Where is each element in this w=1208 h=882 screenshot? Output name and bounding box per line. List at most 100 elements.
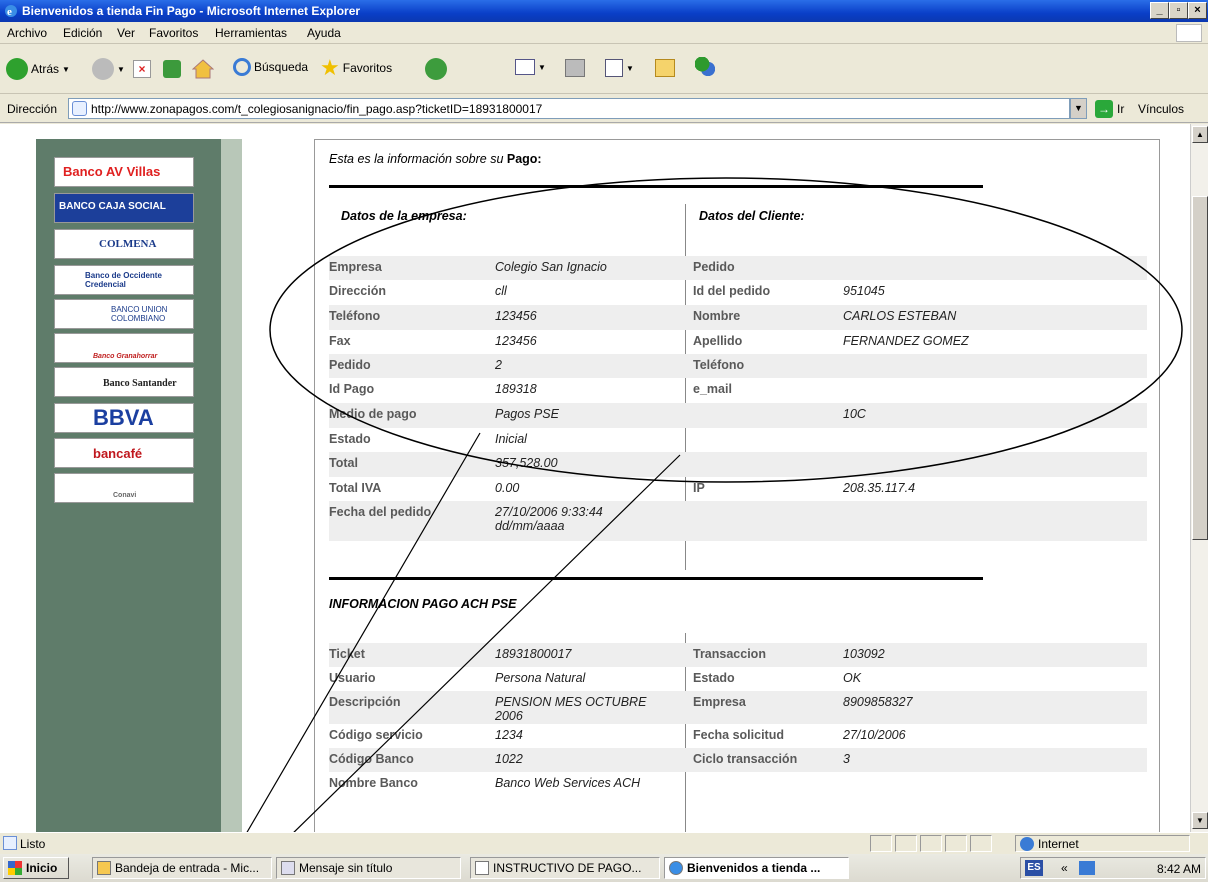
field-label: Teléfono — [693, 358, 745, 372]
status-panel — [970, 835, 992, 852]
bank-logo-granahorrar[interactable]: Banco Granahorrar — [54, 333, 194, 363]
field-label: Dirección — [329, 284, 386, 298]
bank-logo-caja-social[interactable]: BANCO CAJA SOCIAL — [54, 193, 194, 223]
history-button[interactable] — [425, 58, 447, 80]
bank-logo-bbva[interactable]: BBVA — [54, 403, 194, 433]
field-label: Estado — [329, 432, 371, 446]
print-button[interactable] — [565, 59, 585, 77]
field-value: 123456 — [495, 334, 537, 348]
vertical-scrollbar[interactable]: ▲ ▼ — [1190, 124, 1208, 832]
maximize-button[interactable]: ▫ — [1169, 2, 1188, 19]
forward-button[interactable]: ▼ — [92, 58, 125, 80]
field-value: 27/10/2006 9:33:44 dd/mm/aaaa — [495, 505, 603, 533]
bank-logo-santander[interactable]: Banco Santander — [54, 367, 194, 397]
field-value-text: PENSION MES OCTUBRE — [495, 695, 647, 709]
taskbar-item-message[interactable]: Mensaje sin título — [276, 857, 461, 879]
ie-window: e Bienvenidos a tienda Fin Pago - Micros… — [0, 0, 1208, 882]
company-section-header: Datos de la empresa: — [341, 209, 467, 223]
system-tray: ES « 8:42 AM — [1020, 857, 1206, 879]
menu-herramientas[interactable]: Herramientas — [215, 26, 287, 40]
svg-text:e: e — [7, 6, 12, 18]
table-row: Ticket 18931800017 Transaccion 103092 — [329, 643, 1147, 667]
tray-expand-icon[interactable]: « — [1061, 861, 1068, 875]
back-arrow-icon — [6, 58, 28, 80]
search-button[interactable]: Búsqueda — [233, 58, 308, 76]
bank-logo-bancafe[interactable]: bancafé — [54, 438, 194, 468]
field-value-text: 2006 — [495, 709, 523, 723]
field-value: Banco Web Services ACH — [495, 776, 640, 790]
links-toolbar[interactable]: Vínculos — [1138, 102, 1184, 116]
home-button[interactable] — [192, 58, 214, 80]
divider — [329, 577, 983, 580]
history-icon — [425, 58, 447, 80]
field-value-text: dd/mm/aaaa — [495, 519, 565, 533]
field-value: 1234 — [495, 728, 523, 742]
field-value-text: 357,528.00 — [495, 456, 558, 470]
folder-button[interactable] — [655, 59, 675, 77]
edit-button[interactable]: ▼ — [605, 59, 634, 77]
language-indicator[interactable]: ES — [1025, 860, 1043, 876]
field-label: Ciclo transacción — [693, 752, 798, 766]
field-label: Apellido — [693, 334, 743, 348]
scroll-thumb[interactable] — [1192, 196, 1208, 540]
bank-logo-av-villas[interactable]: Banco AV Villas — [54, 157, 194, 187]
status-bar: Listo Internet — [0, 832, 1208, 854]
field-label: Transaccion — [693, 647, 766, 661]
table-row: Código servicio 1234 Fecha solicitud 27/10/… — [329, 724, 1147, 748]
table-row: Usuario Persona Natural Estado OK — [329, 667, 1147, 691]
intro-text: Esta es la información sobre su Pago: — [329, 152, 542, 166]
messenger-button[interactable] — [695, 57, 715, 77]
field-value-text: Inicial — [495, 432, 527, 446]
table-row: Empresa Colegio San Ignacio Pedido — [329, 256, 1147, 280]
taskbar-item-ie[interactable]: Bienvenidos a tienda ... — [664, 857, 849, 879]
field-value-text: 2 — [495, 358, 502, 372]
stop-button[interactable]: × — [133, 60, 151, 78]
address-dropdown-button[interactable]: ▼ — [1070, 98, 1087, 119]
minimize-button[interactable]: _ — [1150, 2, 1169, 19]
messenger-icon — [695, 57, 715, 77]
table-row: Teléfono 123456 Nombre CARLOS ESTEBAN — [329, 305, 1147, 330]
table-row: Dirección cll Id del pedido 951045 — [329, 280, 1147, 305]
menu-favoritos[interactable]: Favoritos — [149, 26, 198, 40]
back-button[interactable]: Atrás ▼ — [6, 58, 70, 80]
bank-logo-colmena[interactable]: COLMENA — [54, 229, 194, 259]
field-value: 27/10/2006 — [843, 728, 906, 742]
taskbar-item-outlook[interactable]: Bandeja de entrada - Mic... — [92, 857, 272, 879]
bank-logo-conavi[interactable]: Conavi — [54, 473, 194, 503]
client-section-header: Datos del Cliente: — [699, 209, 805, 223]
word-icon — [475, 861, 489, 875]
menu-ayuda[interactable]: Ayuda — [307, 26, 341, 40]
scroll-up-button[interactable]: ▲ — [1192, 126, 1208, 143]
network-icon[interactable] — [1079, 861, 1095, 875]
field-value-text: Banco Web Services ACH — [495, 776, 641, 790]
window-title: Bienvenidos a tienda Fin Pago - Microsof… — [22, 4, 361, 18]
folder-icon — [655, 59, 675, 77]
status-panel — [920, 835, 942, 852]
table-row: Pedido 2 Teléfono — [329, 354, 1147, 378]
taskbar-item-word[interactable]: INSTRUCTIVO DE PAGO... — [470, 857, 660, 879]
menu-archivo[interactable]: Archivo — [7, 26, 47, 40]
menu-ver[interactable]: Ver — [117, 26, 135, 40]
favorites-button[interactable]: ★ Favoritos — [320, 57, 392, 79]
field-value-text: 1022 — [495, 752, 523, 766]
message-icon — [281, 861, 295, 875]
scroll-down-button[interactable]: ▼ — [1192, 812, 1208, 829]
table-row: Fax 123456 Apellido FERNANDEZ GOMEZ — [329, 330, 1147, 354]
menu-edicion[interactable]: Edición — [63, 26, 102, 40]
windows-logo-icon — [8, 861, 22, 875]
mail-button[interactable]: ▼ — [515, 59, 546, 75]
field-value: FERNANDEZ GOMEZ — [843, 334, 969, 348]
field-value: OK — [843, 671, 862, 685]
field-value: Pagos PSE — [495, 407, 559, 421]
close-button[interactable]: × — [1188, 2, 1207, 19]
field-label: Nombre Banco — [329, 776, 418, 790]
table-row: Medio de pago Pagos PSE 10C — [329, 403, 1147, 428]
field-label: Total — [329, 456, 358, 470]
taskbar: Inicio Bandeja de entrada - Mic... Mensa… — [0, 854, 1208, 882]
bank-logo-union-colombiano[interactable]: BANCO UNION COLOMBIANO — [54, 299, 194, 329]
table-row: Id Pago 189318 e_mail — [329, 378, 1147, 403]
start-button[interactable]: Inicio — [3, 857, 69, 879]
refresh-button[interactable] — [163, 60, 181, 78]
bank-logo-occidente[interactable]: Banco de Occidente Credencial — [54, 265, 194, 295]
address-input[interactable]: http://www.zonapagos.com/t_colegiosanign… — [68, 98, 1070, 119]
